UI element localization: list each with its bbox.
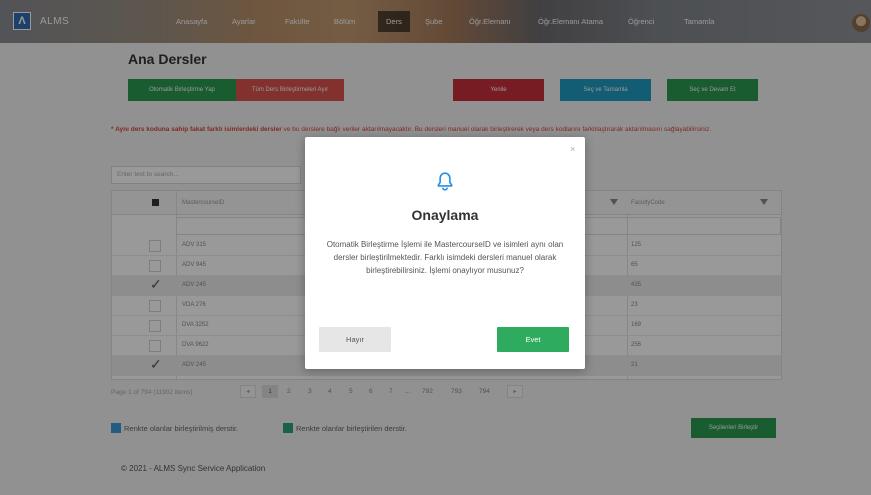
no-button[interactable]: Hayır <box>319 327 391 352</box>
confirm-dialog: × Onaylama Otomatik Birleştirme İşlemi i… <box>305 137 585 369</box>
dialog-title: Onaylama <box>411 207 479 223</box>
bell-icon <box>437 172 453 191</box>
close-icon[interactable]: × <box>570 144 575 154</box>
yes-button[interactable]: Evet <box>497 327 569 352</box>
dialog-message: Otomatik Birleştirme İşlemi ile Masterco… <box>326 240 564 275</box>
app-window: Λ ALMS Anasayfa Ayarlar Fakülte Bölüm De… <box>0 0 871 495</box>
